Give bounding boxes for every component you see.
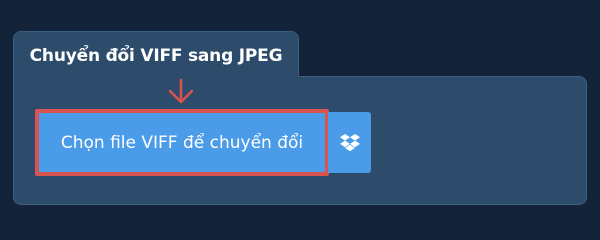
choose-file-button[interactable]: Chọn file VIFF để chuyển đổi: [35, 109, 329, 176]
dropbox-icon: [339, 133, 360, 151]
panel-title: Chuyển đổi VIFF sang JPEG: [29, 46, 283, 66]
dropbox-button[interactable]: [328, 112, 371, 173]
choose-file-label: Chọn file VIFF để chuyển đổi: [60, 132, 304, 153]
panel-seam: [14, 74, 298, 78]
arrow-down-icon: [168, 78, 194, 104]
